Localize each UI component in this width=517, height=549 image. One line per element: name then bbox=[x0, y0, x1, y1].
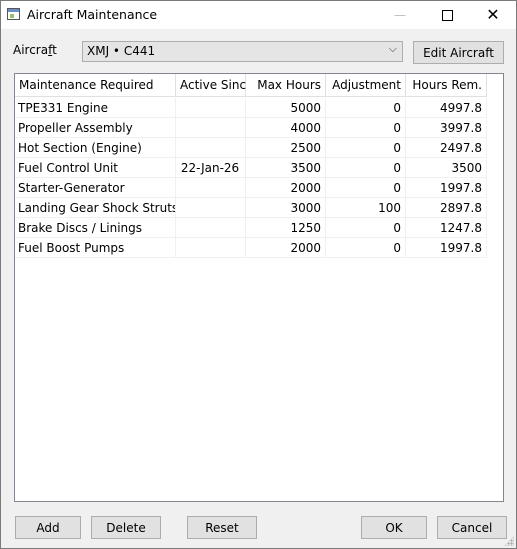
max-hours-cell[interactable]: 3000 bbox=[246, 198, 326, 218]
aircraft-select-value: XMJ • C441 bbox=[87, 44, 156, 58]
max-hours-cell[interactable]: 2500 bbox=[246, 138, 326, 158]
hours-remaining-cell[interactable]: 2897.8 bbox=[406, 198, 487, 218]
chevron-down-icon[interactable]: ⌵ bbox=[389, 42, 397, 56]
title-bar[interactable]: Aircraft Maintenance — ✕ bbox=[1, 1, 516, 29]
minimize-icon: — bbox=[394, 8, 406, 22]
app-window-icon bbox=[7, 8, 20, 20]
table-row[interactable]: Hot Section (Engine) 2500 0 2497.8 bbox=[15, 138, 503, 158]
table-row[interactable]: Propeller Assembly 4000 0 3997.8 bbox=[15, 118, 503, 138]
aircraft-label: Aircraft bbox=[13, 43, 57, 57]
maintenance-item-cell[interactable]: Propeller Assembly bbox=[15, 118, 176, 138]
aircraft-maintenance-window: Aircraft Maintenance — ✕ Aircraft XMJ • … bbox=[0, 0, 517, 549]
column-header-active-since[interactable]: Active Since bbox=[176, 74, 253, 97]
hours-remaining-cell[interactable]: 3500 bbox=[406, 158, 487, 178]
aircraft-select[interactable]: XMJ • C441 ⌵ bbox=[82, 41, 403, 62]
maintenance-item-cell[interactable]: Hot Section (Engine) bbox=[15, 138, 176, 158]
maintenance-grid[interactable]: Maintenance Required Active Since Max Ho… bbox=[14, 73, 504, 502]
maintenance-item-cell[interactable]: Fuel Boost Pumps bbox=[15, 238, 176, 258]
cancel-button[interactable]: Cancel bbox=[437, 516, 507, 539]
max-hours-cell[interactable]: 2000 bbox=[246, 238, 326, 258]
active-since-cell[interactable]: 22-Jan-26 bbox=[176, 158, 246, 178]
hours-remaining-cell[interactable]: 2497.8 bbox=[406, 138, 487, 158]
minimize-button[interactable]: — bbox=[377, 1, 423, 29]
aircraft-label-prefix: Aircra bbox=[13, 43, 49, 57]
active-since-cell[interactable] bbox=[176, 198, 246, 218]
close-icon: ✕ bbox=[486, 5, 500, 24]
max-hours-cell[interactable]: 2000 bbox=[246, 178, 326, 198]
add-button[interactable]: Add bbox=[15, 516, 81, 539]
active-since-cell[interactable] bbox=[176, 218, 246, 238]
maximize-button[interactable] bbox=[424, 1, 470, 29]
edit-aircraft-button[interactable]: Edit Aircraft bbox=[413, 41, 504, 64]
adjustment-cell[interactable]: 0 bbox=[326, 238, 406, 258]
max-hours-cell[interactable]: 5000 bbox=[246, 98, 326, 118]
aircraft-label-suffix: t bbox=[52, 43, 57, 57]
active-since-cell[interactable] bbox=[176, 118, 246, 138]
adjustment-cell[interactable]: 0 bbox=[326, 98, 406, 118]
grid-body: TPE331 Engine 5000 0 4997.8 Propeller Assemb… bbox=[15, 98, 503, 258]
adjustment-cell[interactable]: 0 bbox=[326, 158, 406, 178]
adjustment-cell[interactable]: 0 bbox=[326, 138, 406, 158]
maintenance-item-cell[interactable]: Brake Discs / Linings bbox=[15, 218, 176, 238]
active-since-cell[interactable] bbox=[176, 238, 246, 258]
maintenance-item-cell[interactable]: Landing Gear Shock Struts bbox=[15, 198, 176, 218]
hours-remaining-cell[interactable]: 4997.8 bbox=[406, 98, 487, 118]
ok-button[interactable]: OK bbox=[361, 516, 427, 539]
maximize-icon bbox=[441, 9, 453, 21]
active-since-cell[interactable] bbox=[176, 138, 246, 158]
table-row[interactable]: Landing Gear Shock Struts 3000 100 2897.8 bbox=[15, 198, 503, 218]
reset-button[interactable]: Reset bbox=[187, 516, 257, 539]
hours-remaining-cell[interactable]: 1247.8 bbox=[406, 218, 487, 238]
maintenance-item-cell[interactable]: Starter-Generator bbox=[15, 178, 176, 198]
adjustment-cell[interactable]: 0 bbox=[326, 218, 406, 238]
table-row[interactable]: Brake Discs / Linings 1250 0 1247.8 bbox=[15, 218, 503, 238]
max-hours-cell[interactable]: 3500 bbox=[246, 158, 326, 178]
adjustment-cell[interactable]: 100 bbox=[326, 198, 406, 218]
hours-remaining-cell[interactable]: 1997.8 bbox=[406, 178, 487, 198]
table-row[interactable]: Fuel Control Unit 22-Jan-26 3500 0 3500 bbox=[15, 158, 503, 178]
maintenance-item-cell[interactable]: TPE331 Engine bbox=[15, 98, 176, 118]
maintenance-item-cell[interactable]: Fuel Control Unit bbox=[15, 158, 176, 178]
delete-button[interactable]: Delete bbox=[91, 516, 161, 539]
hours-remaining-cell[interactable]: 3997.8 bbox=[406, 118, 487, 138]
table-row[interactable]: TPE331 Engine 5000 0 4997.8 bbox=[15, 98, 503, 118]
column-header-adjustment[interactable]: Adjustment bbox=[326, 74, 406, 97]
active-since-cell[interactable] bbox=[176, 178, 246, 198]
window-title: Aircraft Maintenance bbox=[27, 7, 158, 22]
adjustment-cell[interactable]: 0 bbox=[326, 118, 406, 138]
active-since-cell[interactable] bbox=[176, 98, 246, 118]
column-header-hours-remaining[interactable]: Hours Rem. bbox=[406, 74, 487, 97]
grid-header: Maintenance Required Active Since Max Ho… bbox=[15, 74, 503, 98]
max-hours-cell[interactable]: 1250 bbox=[246, 218, 326, 238]
max-hours-cell[interactable]: 4000 bbox=[246, 118, 326, 138]
column-header-max-hours[interactable]: Max Hours bbox=[246, 74, 326, 97]
table-row[interactable]: Starter-Generator 2000 0 1997.8 bbox=[15, 178, 503, 198]
column-header-maintenance-required[interactable]: Maintenance Required bbox=[15, 74, 176, 97]
close-button[interactable]: ✕ bbox=[470, 1, 516, 29]
table-row[interactable]: Fuel Boost Pumps 2000 0 1997.8 bbox=[15, 238, 503, 258]
adjustment-cell[interactable]: 0 bbox=[326, 178, 406, 198]
hours-remaining-cell[interactable]: 1997.8 bbox=[406, 238, 487, 258]
